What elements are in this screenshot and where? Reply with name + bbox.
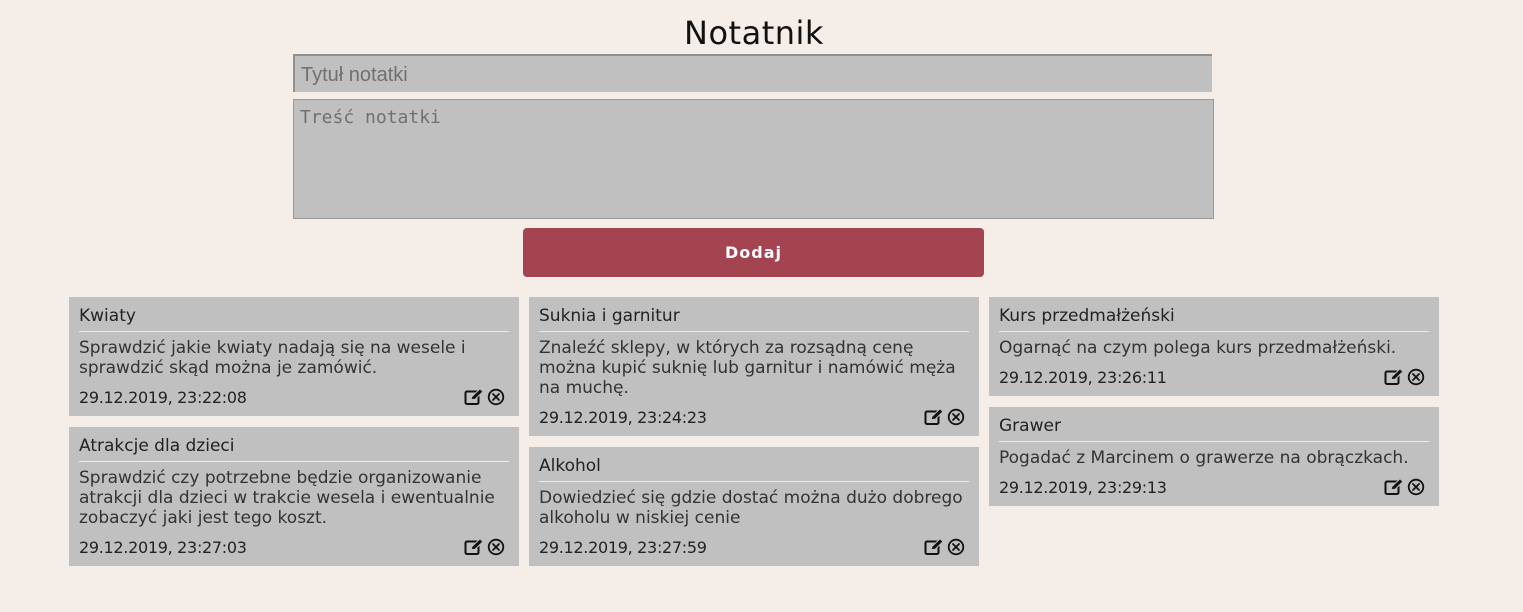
note-date: 29.12.2019, 23:22:08 — [79, 387, 247, 407]
delete-icon[interactable] — [486, 387, 506, 407]
delete-icon[interactable] — [1406, 477, 1426, 497]
note-actions — [1384, 477, 1426, 497]
page-title: Notatnik — [684, 14, 824, 52]
edit-icon[interactable] — [464, 537, 484, 557]
note-body: Ogarnąć na czym polega kurs przedmałżeńs… — [999, 338, 1397, 358]
note-date: 29.12.2019, 23:27:59 — [539, 537, 707, 557]
note-title: Grawer — [999, 415, 1429, 442]
note-title: Suknia i garnitur — [539, 305, 969, 332]
note-body: Sprawdzić czy potrzebne będzie organizow… — [79, 468, 495, 528]
note-card: Atrakcje dla dzieci Sprawdzić czy potrze… — [69, 427, 519, 566]
notes-column-2: Suknia i garnitur Znaleźć sklepy, w któr… — [529, 297, 979, 577]
note-date: 29.12.2019, 23:24:23 — [539, 407, 707, 427]
note-body: Sprawdzić jakie kwiaty nadają się na wes… — [79, 338, 466, 378]
note-footer: 29.12.2019, 23:27:03 — [79, 536, 509, 558]
note-actions — [924, 407, 966, 427]
note-actions — [1384, 367, 1426, 387]
note-card: Grawer Pogadać z Marcinem o grawerze na … — [989, 407, 1439, 506]
note-footer: 29.12.2019, 23:26:11 — [999, 366, 1429, 388]
note-card: Alkohol Dowiedzieć się gdzie dostać możn… — [529, 447, 979, 566]
note-footer: 29.12.2019, 23:24:23 — [539, 406, 969, 428]
note-date: 29.12.2019, 23:27:03 — [79, 537, 247, 557]
note-body: Pogadać z Marcinem o grawerze na obrączk… — [999, 448, 1409, 468]
note-body: Dowiedzieć się gdzie dostać można dużo d… — [539, 488, 963, 528]
note-title: Kwiaty — [79, 305, 509, 332]
note-date: 29.12.2019, 23:29:13 — [999, 477, 1167, 497]
note-title-input[interactable] — [293, 54, 1212, 92]
edit-icon[interactable] — [464, 387, 484, 407]
note-footer: 29.12.2019, 23:29:13 — [999, 476, 1429, 498]
note-card: Suknia i garnitur Znaleźć sklepy, w któr… — [529, 297, 979, 436]
delete-icon[interactable] — [1406, 367, 1426, 387]
note-date: 29.12.2019, 23:26:11 — [999, 367, 1167, 387]
note-title: Alkohol — [539, 455, 969, 482]
note-body: Znaleźć sklepy, w których za rozsądną ce… — [539, 338, 956, 398]
note-card: Kurs przedmałżeński Ogarnąć na czym pole… — [989, 297, 1439, 396]
add-note-button[interactable]: Dodaj — [523, 228, 984, 277]
note-content-textarea[interactable] — [293, 99, 1214, 219]
notes-column-3: Kurs przedmałżeński Ogarnąć na czym pole… — [989, 297, 1439, 517]
note-title: Kurs przedmałżeński — [999, 305, 1429, 332]
notes-column-1: Kwiaty Sprawdzić jakie kwiaty nadają się… — [69, 297, 519, 577]
edit-icon[interactable] — [1384, 477, 1404, 497]
delete-icon[interactable] — [486, 537, 506, 557]
note-footer: 29.12.2019, 23:22:08 — [79, 386, 509, 408]
note-actions — [924, 537, 966, 557]
note-actions — [464, 537, 506, 557]
delete-icon[interactable] — [946, 537, 966, 557]
edit-icon[interactable] — [924, 537, 944, 557]
edit-icon[interactable] — [924, 407, 944, 427]
note-card: Kwiaty Sprawdzić jakie kwiaty nadają się… — [69, 297, 519, 416]
edit-icon[interactable] — [1384, 367, 1404, 387]
note-actions — [464, 387, 506, 407]
note-title: Atrakcje dla dzieci — [79, 435, 509, 462]
delete-icon[interactable] — [946, 407, 966, 427]
note-footer: 29.12.2019, 23:27:59 — [539, 536, 969, 558]
